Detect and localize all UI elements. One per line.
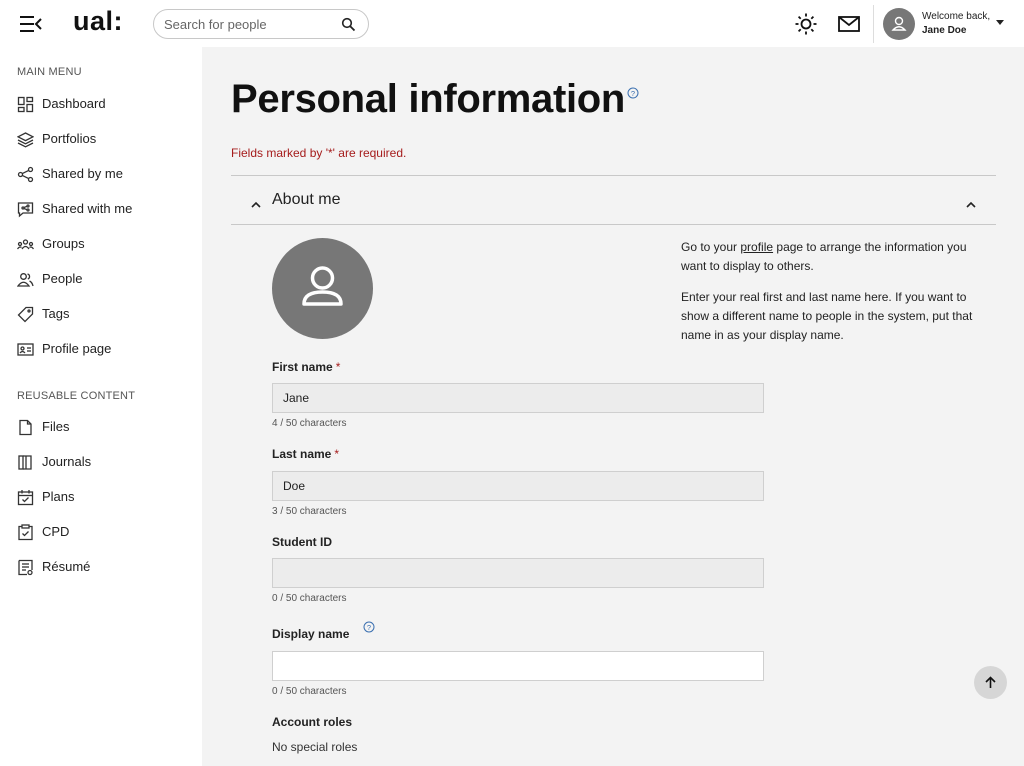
layers-icon [16, 131, 35, 148]
dashboard-icon [17, 96, 34, 113]
student-id-label: Student ID [272, 535, 332, 549]
profile-link[interactable]: profile [740, 240, 773, 254]
sidebar-item-label: Files [42, 419, 70, 434]
sidebar-item-shared-by-me[interactable]: Shared by me [0, 159, 202, 189]
sidebar-item-label: Dashboard [42, 96, 106, 111]
search-input[interactable] [164, 15, 334, 33]
people-icon [16, 271, 34, 288]
sidebar-item-cpd[interactable]: CPD [0, 517, 202, 547]
sidebar-item-groups[interactable]: Groups [0, 229, 202, 259]
display-name-field[interactable] [272, 651, 764, 681]
display-name-char-count: 0 / 50 characters [272, 686, 347, 697]
sidebar-item-label: Tags [42, 306, 70, 321]
student-id-field[interactable] [272, 558, 764, 588]
top-header: ual: Search for people Welcome back, Jan… [0, 0, 1024, 47]
sidebar-item-files[interactable]: Files [0, 412, 202, 442]
last-name-char-count: 3 / 50 characters [272, 506, 347, 517]
sidebar-item-label: Profile page [42, 341, 112, 356]
sidebar-item-plans[interactable]: Plans [0, 482, 202, 512]
first-name-label: First name * [272, 360, 340, 374]
last-name-label: Last name * [272, 447, 339, 461]
account-roles-value: No special roles [272, 740, 358, 754]
search-icon[interactable] [341, 17, 356, 32]
account-roles-label: Account roles [272, 715, 353, 729]
required-mark: * [335, 360, 341, 374]
sidebar-item-label: CPD [42, 524, 70, 539]
shared-with-me-icon [17, 201, 34, 218]
student-id-char-count: 0 / 50 characters [272, 593, 347, 604]
sidebar-item-tags[interactable]: Tags [0, 299, 202, 329]
user-menu-caret-icon[interactable] [996, 20, 1004, 25]
first-name-field[interactable] [272, 383, 764, 413]
search-box [153, 9, 369, 39]
info-text: Go to your profile page to arrange the i… [681, 238, 991, 357]
section-title: About me [272, 191, 341, 208]
first-name-char-count: 4 / 50 characters [272, 418, 347, 429]
header-divider [873, 5, 874, 43]
sidebar-item-label: Shared with me [42, 201, 133, 216]
user-welcome[interactable]: Welcome back, Jane Doe [922, 10, 990, 38]
sidebar-item-label: Plans [42, 489, 75, 504]
info-paragraph-profile: Go to your profile page to arrange the i… [681, 238, 991, 276]
required-mark: * [334, 447, 340, 461]
tag-icon [17, 306, 34, 323]
sidebar-item-label: Journals [42, 454, 92, 469]
sidebar: MAIN MENU Dashboard Portfolios Shared by… [0, 47, 202, 766]
sidebar-item-journals[interactable]: Journals [0, 447, 202, 477]
svg-text:?: ? [367, 623, 371, 632]
main-content: Personal information ? Fields marked by … [202, 47, 1024, 766]
mail-icon[interactable] [837, 12, 861, 36]
resume-icon [17, 559, 34, 576]
sidebar-item-people[interactable]: People [0, 264, 202, 294]
collapse-chevron-icon [966, 196, 976, 208]
sidebar-item-label: Résumé [42, 559, 91, 574]
calendar-check-icon [17, 489, 34, 506]
sidebar-item-profile-page[interactable]: Profile page [0, 334, 202, 364]
arrow-up-icon [985, 676, 996, 688]
sidebar-item-resume[interactable]: Résumé [0, 552, 202, 582]
reusable-content-heading: REUSABLE CONTENT [17, 390, 136, 402]
journal-icon [17, 454, 34, 471]
main-menu-heading: MAIN MENU [17, 66, 82, 78]
share-icon [17, 166, 34, 183]
about-me-section-toggle[interactable]: About me [231, 176, 996, 224]
last-name-field[interactable] [272, 471, 764, 501]
title-help-icon[interactable]: ? [627, 87, 639, 99]
welcome-text: Welcome back, [922, 11, 991, 22]
sidebar-item-label: People [42, 271, 83, 286]
info-text-part: Go to your [681, 240, 741, 254]
required-fields-note: Fields marked by '*' are required. [231, 146, 407, 160]
display-name-help-icon[interactable]: ? [363, 621, 375, 633]
info-paragraph-names: Enter your real first and last name here… [681, 290, 973, 342]
theme-toggle-sun-icon[interactable] [794, 12, 818, 36]
menu-toggle-icon[interactable] [19, 14, 43, 34]
site-logo[interactable]: ual: [73, 6, 123, 37]
back-to-top-button[interactable] [974, 666, 1007, 699]
sidebar-item-label: Portfolios [42, 131, 97, 146]
user-avatar[interactable] [883, 8, 915, 40]
page-title: Personal information [231, 77, 626, 121]
file-icon [17, 419, 34, 436]
sidebar-item-label: Shared by me [42, 166, 123, 181]
sidebar-item-shared-with-me[interactable]: Shared with me [0, 194, 202, 224]
profile-picture[interactable] [272, 238, 373, 339]
label-text: First name [272, 360, 333, 374]
svg-text:?: ? [631, 89, 635, 98]
chevron-up-icon [251, 196, 261, 208]
section-divider-bottom [231, 224, 996, 225]
clipboard-check-icon [17, 524, 34, 541]
user-name: Jane Doe [922, 25, 967, 36]
sidebar-item-label: Groups [42, 236, 85, 251]
groups-icon [16, 236, 35, 253]
sidebar-item-portfolios[interactable]: Portfolios [0, 124, 202, 154]
profile-card-icon [17, 341, 34, 358]
display-name-label: Display name [272, 627, 350, 641]
label-text: Last name [272, 447, 332, 461]
sidebar-item-dashboard[interactable]: Dashboard [0, 89, 202, 119]
